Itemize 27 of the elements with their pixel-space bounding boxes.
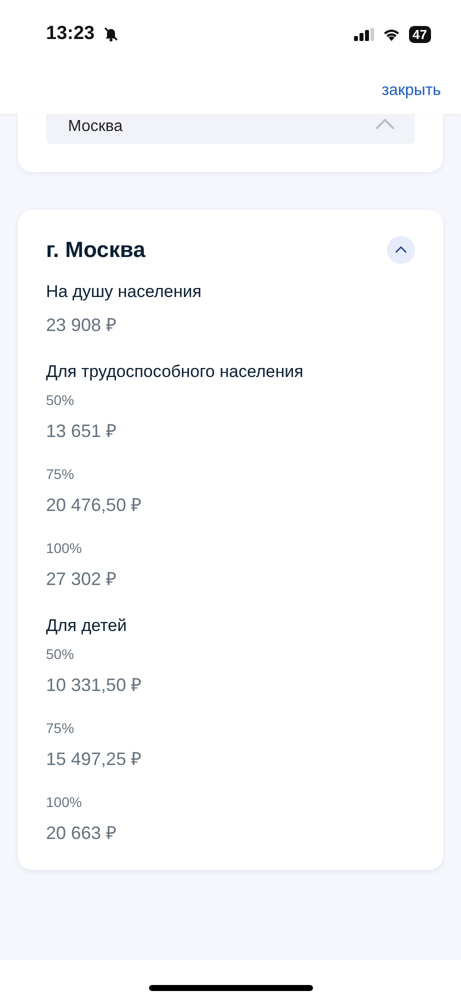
- amount-value: 20 476,50 ₽: [46, 494, 142, 516]
- share-label: 50%: [46, 646, 76, 662]
- section-label: На душу населения: [46, 282, 202, 302]
- card-title: г. Москва: [46, 237, 146, 263]
- amount-value: 15 497,25 ₽: [46, 748, 142, 770]
- amount-value: 27 302 ₽: [46, 568, 118, 590]
- chevron-icon: [375, 118, 395, 130]
- battery-indicator: 47: [408, 26, 431, 42]
- share-label: 100%: [46, 794, 83, 810]
- share-label: 75%: [46, 466, 76, 482]
- amount-value: 10 331,50 ₽: [46, 674, 142, 696]
- section-label: Для детей: [46, 616, 128, 636]
- status-time: 13:23: [46, 23, 95, 45]
- share-label: 75%: [46, 720, 76, 736]
- share-label: 100%: [46, 540, 83, 556]
- collapse-button[interactable]: [387, 236, 415, 264]
- amount-value: 20 663 ₽: [46, 822, 118, 844]
- share-label: 50%: [46, 392, 76, 408]
- wifi-icon: [382, 27, 401, 41]
- chevron-icon: [395, 246, 407, 254]
- muted-bell-icon: [102, 26, 119, 42]
- region-select-field[interactable]: Москва: [46, 114, 415, 144]
- amount-value: 23 908 ₽: [46, 314, 118, 336]
- signal-icon: [354, 28, 374, 40]
- amount-value: 13 651 ₽: [46, 420, 118, 442]
- close-link[interactable]: закрыть: [382, 82, 441, 100]
- section-label: Для трудоспособного населения: [46, 362, 304, 382]
